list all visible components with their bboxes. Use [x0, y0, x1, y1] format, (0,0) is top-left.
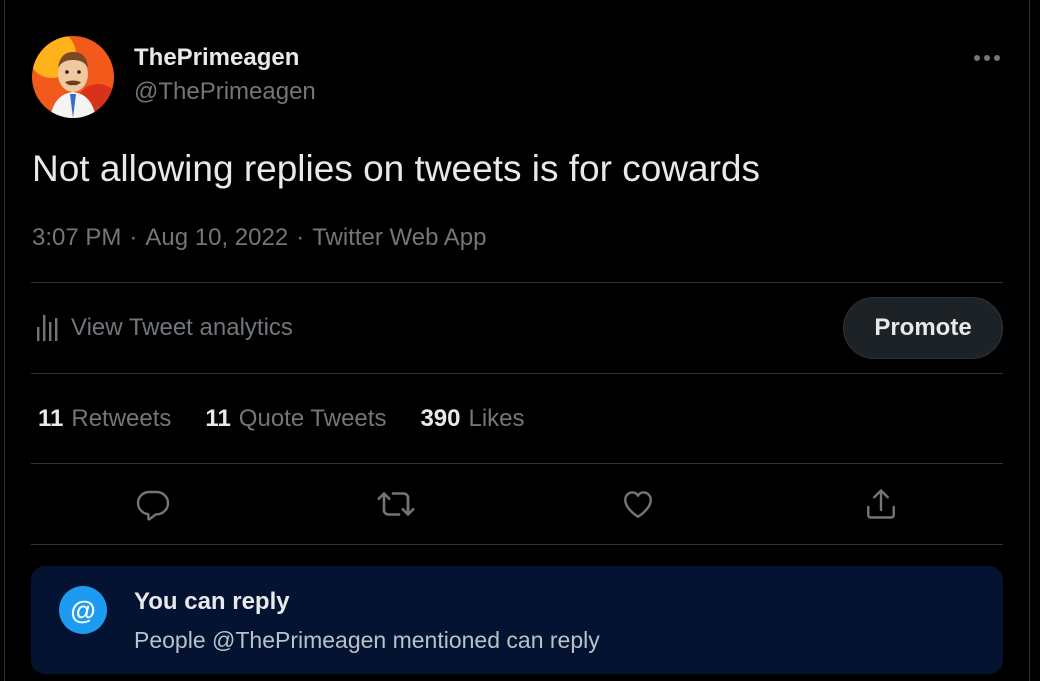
tweet-text: Not allowing replies on tweets is for co… — [32, 148, 760, 189]
tweet-meta: 3:07 PM · Aug 10, 2022 · Twitter Web App — [32, 222, 487, 254]
engagement-stats: 11 Retweets 11 Quote Tweets 390 Likes — [38, 403, 559, 435]
stat-label: Retweets — [71, 405, 172, 432]
at-sign-icon: @ — [59, 586, 107, 634]
stat-quote-tweets[interactable]: 11 Quote Tweets — [205, 405, 386, 433]
promote-button[interactable]: Promote — [843, 297, 1003, 359]
tweet-source[interactable]: Twitter Web App — [312, 224, 486, 251]
reply-notice-title: You can reply — [134, 588, 290, 615]
avatar[interactable] — [32, 36, 114, 118]
author-handle[interactable]: @ThePrimeagen — [134, 77, 316, 107]
stat-count: 11 — [38, 405, 64, 432]
tweet-time[interactable]: 3:07 PM — [32, 224, 121, 251]
meta-separator: · — [129, 224, 138, 251]
share-upload-icon — [867, 489, 895, 519]
more-dots-icon — [974, 55, 1000, 61]
stat-label: Likes — [468, 405, 525, 432]
stat-label: Quote Tweets — [238, 405, 387, 432]
stat-likes[interactable]: 390 Likes — [420, 405, 524, 433]
reply-restriction-notice: @ You can reply People @ThePrimeagen men… — [31, 566, 1003, 674]
analytics-bars-icon — [37, 315, 58, 341]
reply-button[interactable] — [131, 482, 175, 526]
view-analytics-link[interactable]: View Tweet analytics — [36, 310, 293, 346]
meta-separator: · — [296, 224, 305, 251]
more-options-button[interactable] — [966, 40, 1008, 76]
retweet-button[interactable] — [374, 482, 418, 526]
reply-bubble-icon — [136, 490, 170, 521]
stat-count: 390 — [420, 405, 461, 432]
divider — [31, 373, 1003, 374]
retweet-icon — [377, 492, 415, 516]
stat-count: 11 — [205, 405, 231, 432]
author-display-name[interactable]: ThePrimeagen — [134, 43, 299, 73]
like-button[interactable] — [616, 482, 660, 526]
avatar-photo-icon — [32, 36, 114, 118]
heart-icon — [624, 491, 652, 518]
divider — [31, 544, 1003, 545]
stat-retweets[interactable]: 11 Retweets — [38, 405, 171, 433]
divider — [31, 282, 1003, 283]
share-button[interactable] — [859, 482, 903, 526]
divider — [31, 463, 1003, 464]
tweet-date[interactable]: Aug 10, 2022 — [145, 224, 288, 251]
reply-notice-subtitle: People @ThePrimeagen mentioned can reply — [134, 627, 600, 653]
view-analytics-label: View Tweet analytics — [71, 314, 293, 341]
